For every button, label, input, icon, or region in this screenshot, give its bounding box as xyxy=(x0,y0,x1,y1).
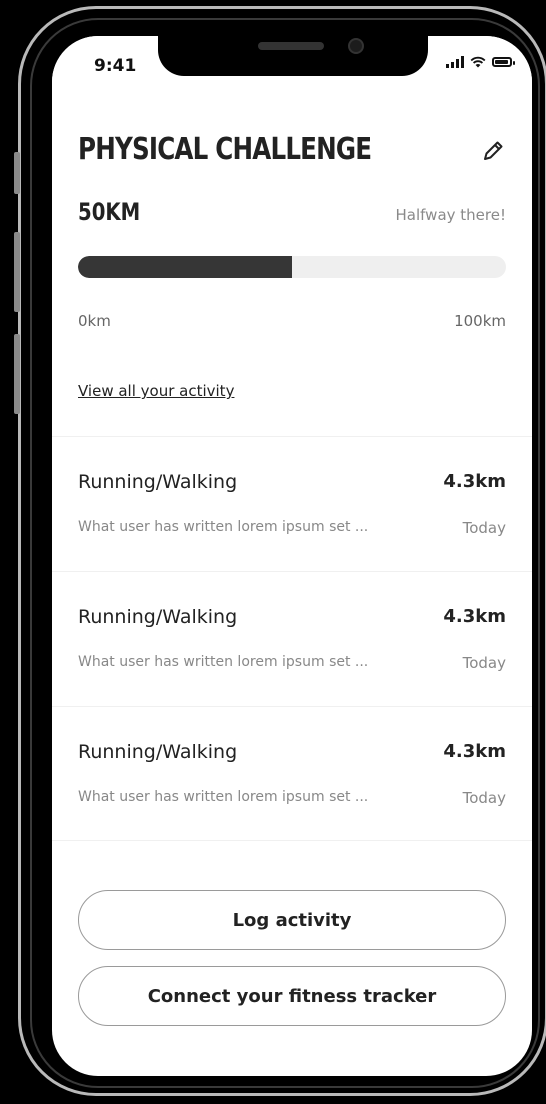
mute-switch xyxy=(14,152,20,194)
activity-distance: 4.3km xyxy=(443,471,506,492)
activity-type: Running/Walking xyxy=(78,606,238,628)
wifi-icon xyxy=(470,56,486,68)
activity-description: What user has written lorem ipsum set ..… xyxy=(78,789,369,805)
activity-list: Running/Walking 4.3km What user has writ… xyxy=(52,436,532,841)
log-activity-button[interactable]: Log activity xyxy=(78,890,506,950)
front-camera xyxy=(348,38,364,54)
volume-down-button xyxy=(14,334,20,414)
progress-range-min: 0km xyxy=(78,312,111,330)
speaker xyxy=(258,42,324,50)
challenge-title: PHYSICAL CHALLENGE xyxy=(78,132,372,167)
activity-item[interactable]: Running/Walking 4.3km What user has writ… xyxy=(52,706,532,841)
activity-item[interactable]: Running/Walking 4.3km What user has writ… xyxy=(52,436,532,571)
activity-type: Running/Walking xyxy=(78,741,238,763)
activity-date: Today xyxy=(462,519,506,537)
challenge-goal: 50KM xyxy=(78,198,141,226)
battery-icon xyxy=(492,57,515,67)
status-bar: 9:41 xyxy=(52,36,532,88)
progress-range-max: 100km xyxy=(454,312,506,330)
activity-distance: 4.3km xyxy=(443,606,506,627)
progress-bar xyxy=(78,256,506,278)
activity-item[interactable]: Running/Walking 4.3km What user has writ… xyxy=(52,571,532,706)
status-time: 9:41 xyxy=(94,56,137,76)
connect-fitness-tracker-button[interactable]: Connect your fitness tracker xyxy=(78,966,506,1026)
app-screen: 9:41 PHYSICAL CHALLENGE 50KM Halfway the… xyxy=(52,36,532,1076)
activity-date: Today xyxy=(462,654,506,672)
activity-description: What user has written lorem ipsum set ..… xyxy=(78,519,369,535)
status-icons xyxy=(446,56,515,68)
activity-description: What user has written lorem ipsum set ..… xyxy=(78,654,369,670)
activity-type: Running/Walking xyxy=(78,471,238,493)
progress-bar-fill xyxy=(78,256,292,278)
activity-date: Today xyxy=(462,789,506,807)
notch xyxy=(158,36,428,76)
progress-status: Halfway there! xyxy=(395,206,506,224)
signal-icon xyxy=(446,56,464,68)
volume-up-button xyxy=(14,232,20,312)
view-all-activity-link[interactable]: View all your activity xyxy=(78,382,234,400)
activity-distance: 4.3km xyxy=(443,741,506,762)
pencil-icon[interactable] xyxy=(480,138,506,164)
